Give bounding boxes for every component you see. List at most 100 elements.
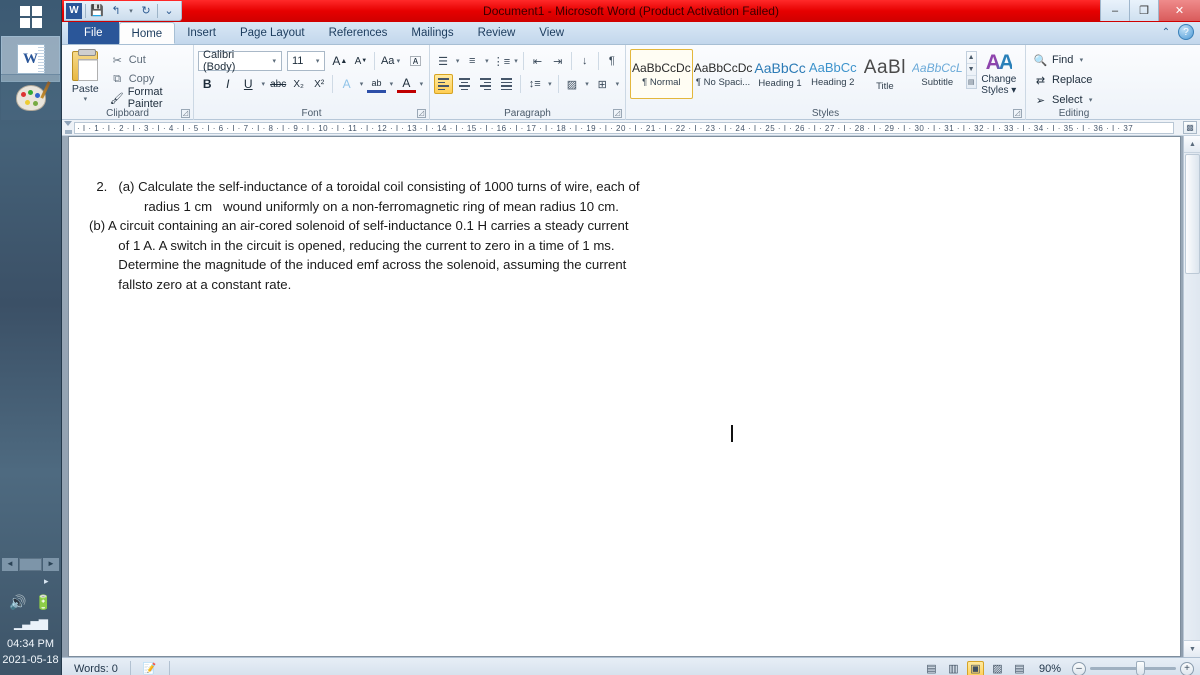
clipboard-dialog-launcher[interactable]: ◿ xyxy=(181,109,190,118)
replace-button[interactable]: ⇄ Replace xyxy=(1030,71,1118,89)
undo-icon[interactable]: ↰ xyxy=(108,3,124,19)
styles-scroll-down-icon[interactable]: ▼ xyxy=(966,64,976,77)
tab-file[interactable]: File xyxy=(68,22,119,44)
grow-font-icon[interactable]: A ▲ xyxy=(330,51,349,71)
strikethrough-icon[interactable]: abc xyxy=(269,74,288,94)
taskbar-scroll-left[interactable]: ◄ xyxy=(2,558,18,571)
decrease-indent-icon[interactable]: ⇤ xyxy=(528,51,546,71)
style-normal[interactable]: AaBbCcDc ¶ Normal xyxy=(630,49,693,99)
font-name-dropdown-icon[interactable]: ▾ xyxy=(269,57,279,65)
align-left-icon[interactable] xyxy=(434,74,454,94)
taskbar-scroll-track[interactable] xyxy=(19,558,42,571)
styles-gallery-scroll[interactable]: ▲ ▼ ▤ xyxy=(965,51,977,89)
select-button[interactable]: ➢ Select ▾ xyxy=(1030,91,1118,109)
borders-icon[interactable]: ⊞ xyxy=(593,74,612,94)
change-styles-button[interactable]: AA Change Styles ▾ xyxy=(977,49,1021,99)
find-dropdown-icon[interactable]: ▾ xyxy=(1077,56,1085,64)
numbering-dropdown-icon[interactable]: ▾ xyxy=(483,57,490,65)
superscript-icon[interactable]: X² xyxy=(310,74,329,94)
indent-marker-icon[interactable] xyxy=(64,121,73,134)
increase-indent-icon[interactable]: ⇥ xyxy=(549,51,567,71)
subscript-icon[interactable]: X₂ xyxy=(289,74,308,94)
justify-icon[interactable] xyxy=(497,74,516,94)
style-title[interactable]: AaBl Title xyxy=(859,49,911,99)
scroll-down-icon[interactable]: ▼ xyxy=(1184,640,1200,657)
tab-home[interactable]: Home xyxy=(118,22,176,44)
signal-bars-icon[interactable]: ▁▃▅▆ xyxy=(0,616,61,630)
tab-references[interactable]: References xyxy=(317,22,400,44)
scroll-thumb[interactable] xyxy=(1185,154,1200,274)
bullets-icon[interactable]: ☰ xyxy=(434,51,452,71)
style-subtitle[interactable]: AaBbCcL Subtitle xyxy=(911,49,964,99)
italic-icon[interactable]: I xyxy=(219,74,238,94)
draft-view-icon[interactable]: ▤ xyxy=(1011,661,1028,675)
styles-scroll-up-icon[interactable]: ▲ xyxy=(966,52,976,65)
minimize-ribbon-icon[interactable]: ⌃ xyxy=(1158,24,1174,40)
numbering-icon[interactable]: ≡ xyxy=(463,51,481,71)
style-heading-2[interactable]: AaBbCc Heading 2 xyxy=(807,49,859,99)
taskbar-scrollbar[interactable]: ◄ ► xyxy=(2,558,59,571)
bullets-dropdown-icon[interactable]: ▾ xyxy=(454,57,461,65)
clock[interactable]: 04:34 PM 2021-05-18 xyxy=(0,636,61,668)
sort-icon[interactable]: ↓ xyxy=(576,51,594,71)
document-page[interactable]: 2. (a) Calculate the self-inductance of … xyxy=(68,136,1181,657)
tab-review[interactable]: Review xyxy=(466,22,528,44)
redo-icon[interactable]: ↻ xyxy=(138,3,154,19)
multilevel-list-icon[interactable]: ⋮≡ xyxy=(492,51,510,71)
multilevel-dropdown-icon[interactable]: ▾ xyxy=(513,57,520,65)
speaker-icon[interactable]: 🔊 xyxy=(9,594,26,611)
styles-dialog-launcher[interactable]: ◿ xyxy=(1013,109,1022,118)
spelling-check-icon[interactable]: 📝 xyxy=(137,660,163,675)
cut-button[interactable]: ✂ Cut xyxy=(107,51,189,69)
line-spacing-icon[interactable]: ↕≡ xyxy=(525,74,544,94)
horizontal-ruler[interactable]: · I · 1 · I · 2 · I · 3 · I · 4 · I · 5 … xyxy=(74,122,1174,134)
font-size-dropdown-icon[interactable]: ▾ xyxy=(313,57,323,65)
font-size-input[interactable]: 11 ▾ xyxy=(286,51,326,71)
tab-view[interactable]: View xyxy=(527,22,576,44)
align-center-icon[interactable] xyxy=(455,74,474,94)
word-count[interactable]: Words: 0 xyxy=(68,660,124,675)
line-spacing-dropdown-icon[interactable]: ▾ xyxy=(546,80,553,88)
style-no-spacing[interactable]: AaBbCcDc ¶ No Spaci... xyxy=(693,49,754,99)
taskbar-paint-button[interactable] xyxy=(1,74,60,120)
close-button[interactable]: ✕ xyxy=(1158,0,1200,21)
scroll-up-icon[interactable]: ▲ xyxy=(1184,136,1200,153)
tab-mailings[interactable]: Mailings xyxy=(399,22,465,44)
print-layout-view-icon[interactable]: ▤ xyxy=(923,661,940,675)
bold-icon[interactable]: B xyxy=(198,74,217,94)
highlight-dropdown-icon[interactable]: ▾ xyxy=(388,80,395,88)
underline-icon[interactable]: U xyxy=(239,74,258,94)
select-browse-object-icon[interactable]: ▩ xyxy=(1183,121,1197,134)
shading-icon[interactable]: ▨ xyxy=(562,74,581,94)
paste-dropdown-icon[interactable]: ▾ xyxy=(81,95,89,103)
font-color-icon[interactable]: A xyxy=(397,75,416,93)
align-right-icon[interactable] xyxy=(476,74,495,94)
start-button[interactable] xyxy=(0,0,61,34)
zoom-thumb[interactable] xyxy=(1136,661,1145,675)
format-painter-button[interactable]: 🖌 Format Painter xyxy=(107,86,189,110)
zoom-track[interactable] xyxy=(1090,661,1176,675)
document-text[interactable]: 2. (a) Calculate the self-inductance of … xyxy=(89,177,749,294)
change-case-icon[interactable]: Aa ▾ xyxy=(379,51,404,71)
show-formatting-marks-icon[interactable]: ¶ xyxy=(603,51,621,71)
customize-qat-icon[interactable]: ⌄ xyxy=(161,3,177,19)
restore-button[interactable]: ❐ xyxy=(1129,0,1158,21)
find-button[interactable]: 🔍 Find ▾ xyxy=(1030,51,1118,69)
zoom-in-button[interactable]: + xyxy=(1180,661,1194,675)
show-hidden-icons-icon[interactable]: ▸ xyxy=(44,576,49,587)
text-highlight-color-icon[interactable]: ab xyxy=(367,75,386,93)
outline-view-icon[interactable]: ▨ xyxy=(989,661,1006,675)
word-logo-icon[interactable]: W xyxy=(66,2,82,19)
text-effects-icon[interactable]: A xyxy=(337,74,356,94)
tab-page-layout[interactable]: Page Layout xyxy=(228,22,317,44)
undo-dropdown-icon[interactable]: ▾ xyxy=(127,7,135,15)
clear-formatting-icon[interactable]: 🄰 xyxy=(406,51,425,71)
zoom-out-button[interactable]: – xyxy=(1072,661,1086,675)
font-color-dropdown-icon[interactable]: ▾ xyxy=(418,80,425,88)
minimize-button[interactable]: – xyxy=(1100,0,1129,21)
styles-more-icon[interactable]: ▤ xyxy=(967,76,976,88)
vertical-scrollbar[interactable]: ▲ ▼ xyxy=(1183,136,1200,657)
shading-dropdown-icon[interactable]: ▾ xyxy=(583,80,590,88)
shrink-font-icon[interactable]: A ▼ xyxy=(351,51,370,71)
underline-dropdown-icon[interactable]: ▾ xyxy=(260,80,267,88)
